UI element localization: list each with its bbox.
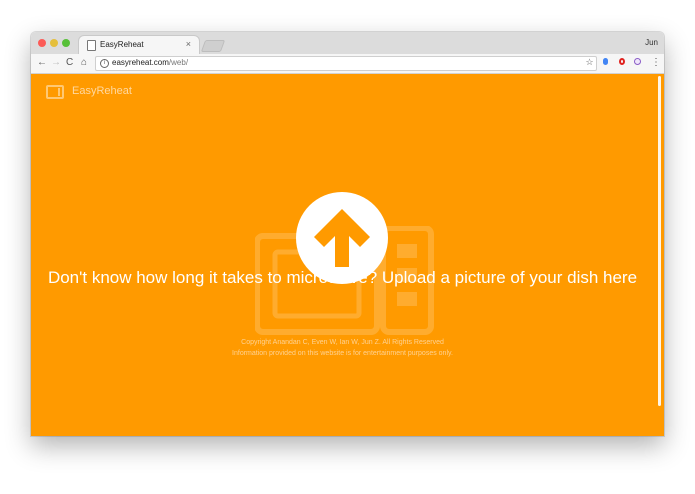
tab-title: EasyReheat (100, 40, 144, 49)
home-button[interactable]: ⌂ (81, 57, 87, 69)
tab-close-button[interactable]: × (186, 39, 191, 49)
page-icon (87, 40, 96, 51)
window-maximize-button[interactable] (62, 39, 70, 47)
browser-toolbar: ← → C ⌂ i easyreheat.com/web/ ☆ ⋮ (31, 54, 664, 74)
reload-button[interactable]: C (66, 57, 73, 69)
browser-menu-icon[interactable]: ⋮ (651, 58, 661, 68)
ghostery-extension-icon[interactable] (633, 58, 642, 67)
new-tab-button[interactable] (200, 40, 226, 52)
page-content: EasyReheat Don't know how long it takes … (31, 74, 664, 436)
footer-copyright: Copyright Anandan C, Even W, Ian W, Jun … (31, 337, 654, 359)
copyright-line: Copyright Anandan C, Even W, Ian W, Jun … (241, 339, 444, 346)
microphone-extension-icon[interactable] (601, 58, 610, 67)
url-host: easyreheat.com (112, 58, 169, 67)
address-bar[interactable]: i easyreheat.com/web/ (95, 56, 597, 71)
back-button[interactable]: ← (37, 57, 47, 69)
opera-extension-icon[interactable] (617, 58, 626, 67)
scrollbar[interactable] (658, 76, 661, 406)
info-icon[interactable]: i (100, 59, 109, 68)
site-logo-text[interactable]: EasyReheat (72, 85, 132, 97)
disclaimer-line: Information provided on this website is … (232, 350, 453, 357)
title-bar: EasyReheat × Jun (31, 32, 664, 54)
browser-window: EasyReheat × Jun ← → C ⌂ i easyreheat.co… (31, 32, 664, 436)
forward-button[interactable]: → (51, 57, 61, 69)
browser-tab[interactable]: EasyReheat × (79, 36, 199, 54)
upload-prompt-text: Don't know how long it takes to microwav… (47, 268, 638, 287)
url-text: easyreheat.com/web/ (112, 58, 188, 67)
url-path: /web/ (168, 58, 189, 67)
window-minimize-button[interactable] (50, 39, 58, 47)
bookmark-star-icon[interactable]: ☆ (585, 58, 594, 67)
profile-name[interactable]: Jun (645, 38, 658, 47)
window-close-button[interactable] (38, 39, 46, 47)
microwave-logo-icon[interactable] (46, 85, 64, 99)
